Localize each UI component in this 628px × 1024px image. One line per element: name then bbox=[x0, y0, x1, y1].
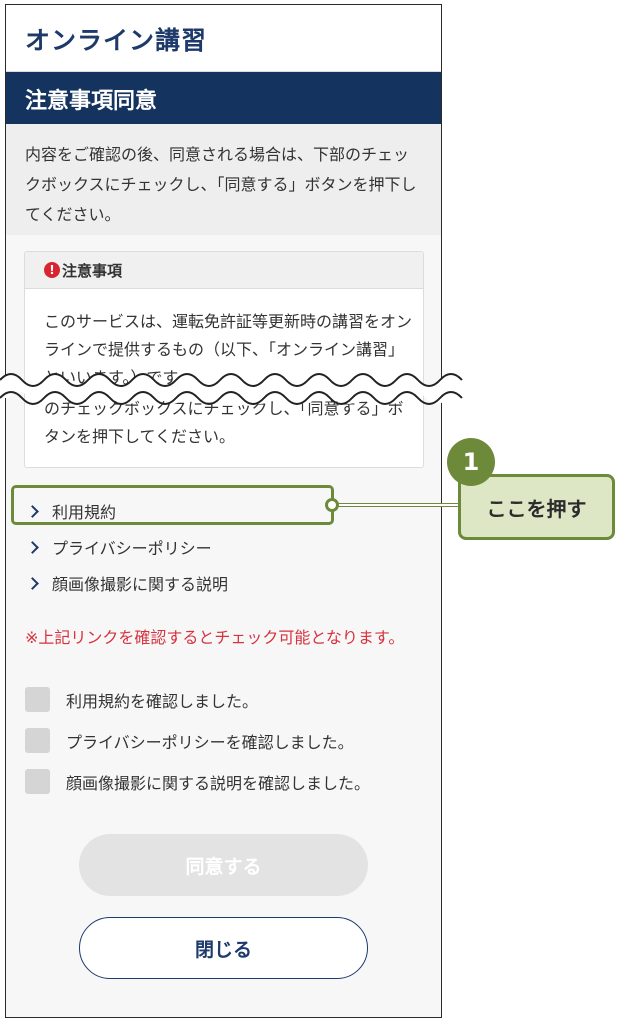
section-title: 注意事項同意 bbox=[25, 89, 158, 114]
chevron-right-icon bbox=[26, 576, 40, 590]
intro-text: 内容をご確認の後、同意される場合は、下部のチェックボックスにチェックし、「同意す… bbox=[6, 124, 441, 235]
face-photo-explanation-link[interactable]: 顔画像撮影に関する説明 bbox=[26, 565, 426, 601]
face-photo-checkbox[interactable] bbox=[25, 769, 50, 794]
chevron-right-icon bbox=[26, 540, 40, 554]
agree-button[interactable]: 同意する bbox=[79, 834, 368, 896]
privacy-checkbox[interactable] bbox=[25, 728, 50, 753]
section-header: 注意事項同意 bbox=[6, 72, 441, 124]
face-photo-explanation-link-label: 顔画像撮影に関する説明 bbox=[52, 575, 229, 594]
face-photo-check-row: 顔画像撮影に関する説明を確認しました。 bbox=[25, 761, 435, 802]
notice-heading: ! 注意事項 bbox=[25, 252, 423, 289]
callout-connector-inner bbox=[333, 504, 461, 506]
privacy-check-label: プライバシーポリシーを確認しました。 bbox=[66, 732, 354, 752]
step-number-badge: 1 bbox=[447, 438, 495, 486]
notice-heading-label: 注意事項 bbox=[62, 261, 123, 280]
terms-check-row: 利用規約を確認しました。 bbox=[25, 679, 435, 720]
app-title: オンライン講習 bbox=[25, 26, 208, 55]
notice-box: ! 注意事項 このサービスは、運転免許証等更新時の講習をオンラインで提供するもの… bbox=[24, 251, 424, 468]
terms-checkbox[interactable] bbox=[25, 687, 50, 712]
callout-dot bbox=[325, 498, 339, 512]
close-button[interactable]: 閉じる bbox=[79, 917, 368, 979]
privacy-policy-link-label: プライバシーポリシー bbox=[52, 539, 212, 558]
notice-text-top: このサービスは、運転免許証等更新時の講習をオンラインで提供するもの（以下、「オン… bbox=[44, 312, 413, 387]
check-warning: ※上記リンクを確認するとチェック可能となります。 bbox=[25, 628, 405, 647]
app-header: オンライン講習 bbox=[6, 5, 441, 72]
highlight-terms-link bbox=[11, 485, 334, 525]
alert-icon: ! bbox=[44, 262, 60, 278]
face-photo-check-label: 顔画像撮影に関する説明を確認しました。 bbox=[66, 773, 371, 793]
checkbox-list: 利用規約を確認しました。 プライバシーポリシーを確認しました。 顔画像撮影に関す… bbox=[25, 679, 435, 802]
callout-box: ここを押す bbox=[458, 474, 615, 540]
terms-check-label: 利用規約を確認しました。 bbox=[66, 691, 259, 711]
privacy-policy-link[interactable]: プライバシーポリシー bbox=[26, 529, 426, 565]
privacy-check-row: プライバシーポリシーを確認しました。 bbox=[25, 720, 435, 761]
notice-text-bottom: のチェックボックスにチェックし、「同意する」ボタンを押下してください。 bbox=[44, 399, 404, 446]
